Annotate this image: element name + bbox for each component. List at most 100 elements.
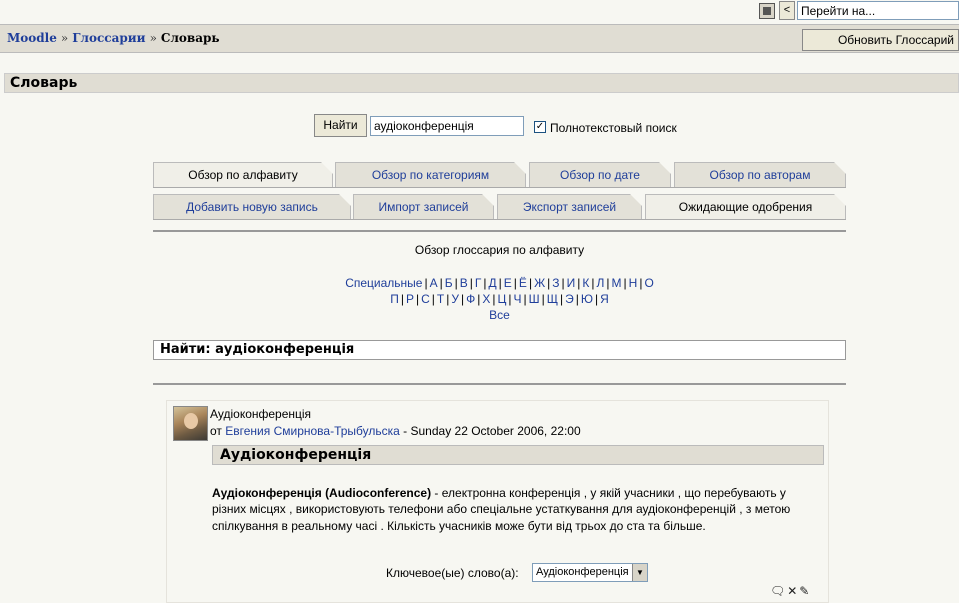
alphabet-link[interactable]: В xyxy=(460,276,468,290)
tab-browse-alphabet[interactable]: Обзор по алфавиту xyxy=(153,162,333,187)
update-glossary-button[interactable]: Обновить Глоссарий xyxy=(802,29,959,51)
alphabet-separator: | xyxy=(492,292,496,306)
tab-export-entries[interactable]: Экспорт записей xyxy=(497,194,642,219)
alphabet-separator: | xyxy=(400,292,404,306)
alphabet-separator: | xyxy=(454,276,458,290)
alphabet-separator: | xyxy=(606,276,610,290)
alphabet-separator: | xyxy=(439,276,443,290)
alphabet-link[interactable]: Ю xyxy=(581,292,593,306)
search-button[interactable]: Найти xyxy=(314,114,367,137)
author-link[interactable]: Евгения Смирнова-Трыбульска xyxy=(225,424,400,438)
alphabet-separator: | xyxy=(483,276,487,290)
tab-browse-category[interactable]: Обзор по категориям xyxy=(335,162,526,187)
tab-row-divider xyxy=(153,219,846,220)
alphabet-link[interactable]: Г xyxy=(475,276,482,290)
search-input[interactable]: аудіоконференція xyxy=(370,116,524,136)
alphabet-row-1: Специальные | А | Б | В | Г | Д | Е | Ё | Ж | З | И | К | Л | М | Н |… xyxy=(153,276,846,290)
alphabet-link[interactable]: Э xyxy=(565,292,574,306)
alphabet-link[interactable]: Р xyxy=(406,292,414,306)
alphabet-separator: | xyxy=(547,276,551,290)
alphabet-link[interactable]: Я xyxy=(600,292,609,306)
definition-term: Аудіоконференція (Audioconference) xyxy=(212,486,432,500)
alphabet-separator: | xyxy=(541,292,545,306)
alphabet-separator: | xyxy=(523,292,527,306)
alphabet-link[interactable]: Д xyxy=(489,276,497,290)
alphabet-separator: | xyxy=(415,292,420,306)
alphabet-separator: | xyxy=(560,292,564,306)
entry-definition: Аудіоконференція (Audioconference) - еле… xyxy=(212,485,822,534)
alphabet-link[interactable]: Ц xyxy=(497,292,506,306)
alphabet-separator: | xyxy=(591,276,595,290)
breadcrumb-bar: Moodle» Глоссарии» Словарь Обновить Глосса… xyxy=(0,24,959,53)
alphabet-link[interactable]: Х xyxy=(482,292,490,306)
alphabet-link[interactable]: Щ xyxy=(547,292,558,306)
alphabet-link[interactable]: А xyxy=(430,276,438,290)
alphabet-link[interactable]: О xyxy=(644,276,653,290)
alphabet-link[interactable]: М xyxy=(612,276,622,290)
alphabet-separator: | xyxy=(561,276,565,290)
tab-browse-author[interactable]: Обзор по авторам xyxy=(674,162,846,187)
alphabet-link[interactable]: И xyxy=(567,276,576,290)
alphabet-separator: | xyxy=(639,276,643,290)
entry-author-line: от Евгения Смирнова-Трыбульска - Sunday … xyxy=(210,424,581,438)
alphabet-link[interactable]: Ф xyxy=(466,292,475,306)
alphabet-separator: | xyxy=(623,276,627,290)
fulltext-search-checkbox[interactable]: ✓ xyxy=(534,121,546,133)
breadcrumb-current: Словарь xyxy=(160,31,220,45)
alphabet-separator: | xyxy=(460,292,465,306)
alphabet-link[interactable]: К xyxy=(582,276,589,290)
alphabet-link[interactable]: Ч xyxy=(514,292,522,306)
keyword-value: Аудіоконференція xyxy=(536,566,629,578)
author-prefix: от xyxy=(210,424,222,438)
alphabet-link[interactable]: Л xyxy=(597,276,605,290)
fulltext-search-label: Полнотекстовый поиск xyxy=(550,121,677,135)
author-avatar[interactable] xyxy=(173,406,208,441)
alphabet-separator: | xyxy=(469,276,473,290)
entry-concept-small: Аудіоконференція xyxy=(210,407,312,421)
alphabet-link[interactable]: Б xyxy=(445,276,453,290)
page-title: Словарь xyxy=(4,73,959,93)
entry-date: - Sunday 22 October 2006, 22:00 xyxy=(403,424,581,438)
alphabet-link[interactable]: Ш xyxy=(529,292,540,306)
alphabet-link[interactable]: З xyxy=(552,276,559,290)
alphabet-link[interactable]: Е xyxy=(504,276,512,290)
previous-activity-button[interactable]: < xyxy=(779,1,795,20)
breadcrumb-glossaries-link[interactable]: Глоссарии xyxy=(72,31,145,45)
browse-panel: Обзор глоссария по алфавиту Специальные |… xyxy=(153,230,846,385)
alphabet-row-3: Все xyxy=(153,308,846,322)
top-navigation: < Перейти на... xyxy=(0,0,959,22)
alphabet-separator: | xyxy=(424,276,428,290)
alphabet-separator: | xyxy=(446,292,450,306)
alphabet-separator: | xyxy=(508,292,512,306)
alphabet-link-all[interactable]: Все xyxy=(489,308,510,322)
entry-action-icons[interactable]: 🗨✕✎ xyxy=(770,584,811,598)
alphabet-link[interactable]: У xyxy=(451,292,459,306)
navigation-menu-icon[interactable] xyxy=(759,3,775,19)
tab-add-entry[interactable]: Добавить новую запись xyxy=(153,194,351,219)
alphabet-link[interactable]: Ё xyxy=(519,276,527,290)
tab-browse-date[interactable]: Обзор по дате xyxy=(529,162,671,187)
alphabet-row-2: П | Р | С | Т | У | Ф | Х | Ц | Ч | Ш | Щ | Э | Ю | Я xyxy=(153,292,846,306)
alphabet-separator: | xyxy=(528,276,533,290)
alphabet-separator: | xyxy=(575,292,579,306)
alphabet-separator: | xyxy=(595,292,599,306)
chevron-down-icon[interactable]: ▼ xyxy=(632,564,647,581)
alphabet-link[interactable]: Н xyxy=(629,276,638,290)
jump-to-select[interactable]: Перейти на... xyxy=(797,1,959,20)
alphabet-link[interactable]: Т xyxy=(437,292,444,306)
tab-row-divider xyxy=(153,187,846,188)
keyword-label: Ключевое(ые) слово(а): xyxy=(386,566,519,580)
breadcrumb-moodle-link[interactable]: Moodle xyxy=(7,31,57,45)
tab-import-entries[interactable]: Импорт записей xyxy=(353,194,494,219)
alphabet-link[interactable]: Специальные xyxy=(345,276,422,290)
entry-concept-header: Аудіоконференція xyxy=(212,445,824,465)
alphabet-separator: | xyxy=(577,276,581,290)
breadcrumb: Moodle» Глоссарии» Словарь xyxy=(7,31,220,45)
alphabet-link[interactable]: С xyxy=(421,292,430,306)
tab-pending-approval[interactable]: Ожидающие одобрения xyxy=(645,194,846,219)
keyword-select[interactable]: Аудіоконференція ▼ xyxy=(532,563,648,582)
alphabet-link[interactable]: П xyxy=(390,292,399,306)
alphabet-separator: | xyxy=(477,292,481,306)
alphabet-separator: | xyxy=(431,292,435,306)
alphabet-link[interactable]: Ж xyxy=(534,276,545,290)
